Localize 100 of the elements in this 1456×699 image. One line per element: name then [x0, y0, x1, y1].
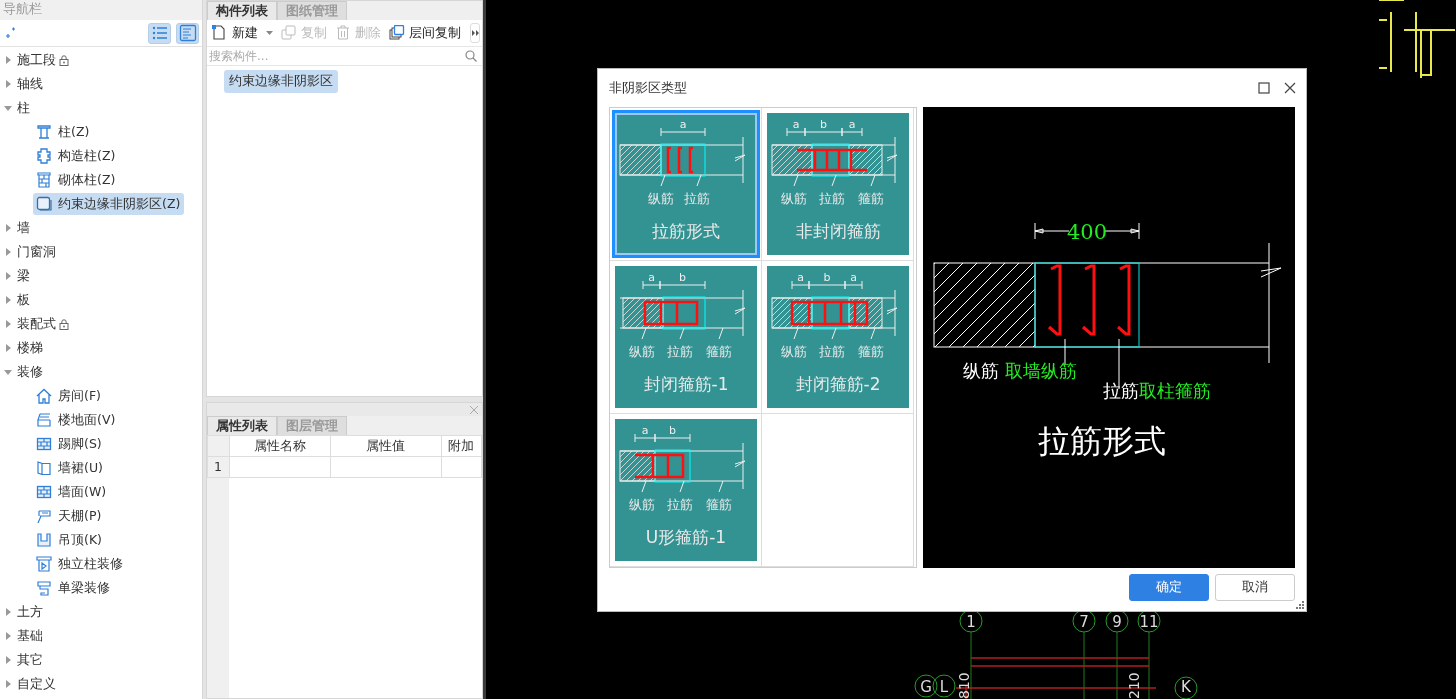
list-item[interactable]: 约束边缘非阴影区	[224, 70, 338, 93]
cancel-button[interactable]: 取消	[1215, 574, 1295, 601]
tree-item[interactable]: 房间(F)	[33, 385, 105, 407]
collapsed-arrow-icon[interactable]	[4, 296, 12, 304]
collapsed-arrow-icon[interactable]	[4, 608, 12, 616]
tree-item[interactable]: 其它	[17, 650, 43, 670]
tree-item[interactable]: 天棚(P)	[33, 505, 106, 527]
collapsed-arrow-icon[interactable]	[4, 632, 12, 640]
tree-item[interactable]: 轴线	[17, 74, 43, 94]
option-title: 封闭箍筋-2	[795, 374, 880, 394]
panel-tab[interactable]: 属性列表	[207, 416, 277, 435]
column-icon	[36, 556, 52, 572]
tree-item[interactable]: 梁	[17, 266, 30, 286]
rebar-label: 纵筋	[628, 344, 655, 359]
dimension-label: a	[679, 118, 686, 131]
close-icon[interactable]	[1284, 81, 1296, 94]
tree-item[interactable]: 柱	[17, 98, 30, 118]
axis-label: 1	[966, 613, 976, 631]
view-toggle[interactable]	[176, 22, 199, 44]
new-file-icon	[212, 25, 228, 41]
tree-item[interactable]: 墙面(W)	[33, 481, 111, 503]
tree-item[interactable]: 吊顶(K)	[33, 529, 106, 551]
collapsed-arrow-icon[interactable]	[4, 656, 12, 664]
more-button[interactable]	[470, 23, 480, 43]
panel-tab[interactable]: 构件列表	[207, 1, 277, 20]
collapsed-arrow-icon[interactable]	[4, 272, 12, 280]
search-field[interactable]: 搜索构件...	[209, 47, 465, 65]
callout-note: 取柱箍筋	[1139, 380, 1211, 401]
collapsed-arrow-icon[interactable]	[4, 56, 12, 64]
tree-item[interactable]: 装配式	[17, 314, 56, 334]
bracket-icon	[36, 532, 52, 548]
rebar-label: 纵筋	[628, 497, 655, 512]
tree-item[interactable]: 自定义	[17, 674, 56, 694]
brick-icon	[36, 484, 52, 500]
option-title: 非封闭箍筋	[795, 221, 880, 241]
tree-item[interactable]: 施工段	[17, 50, 56, 70]
brick-icon	[36, 436, 52, 452]
dimension-label: a	[796, 271, 804, 284]
slab-icon	[36, 412, 52, 428]
axis-label: 11	[1139, 613, 1159, 631]
dimension-label: a	[647, 271, 655, 284]
toolbar-button[interactable]: 新建	[209, 23, 276, 43]
puzzle-icon	[36, 148, 52, 164]
selected-tree-item[interactable]: 约束边缘非阴影区(Z)	[33, 193, 185, 215]
view-toggle[interactable]	[148, 22, 171, 44]
rebar-label: 拉筋	[683, 191, 710, 206]
dimension-label: a	[792, 118, 799, 131]
tree-item[interactable]: 装修	[17, 362, 43, 382]
list-view-icon	[150, 24, 169, 42]
toolbar-button[interactable]: 层间复制	[386, 23, 464, 43]
expanded-arrow-icon[interactable]	[4, 104, 12, 112]
trash-icon	[335, 25, 351, 41]
column-header: 属性值	[330, 435, 442, 457]
tree-item[interactable]: 楼梯	[17, 338, 43, 358]
collapsed-arrow-icon[interactable]	[4, 344, 12, 352]
axis-label: G	[920, 678, 932, 696]
sparkle-plus-icon[interactable]	[4, 27, 16, 39]
tree-item[interactable]: 墙裙(U)	[33, 457, 107, 479]
tree-item[interactable]: 踢脚(S)	[33, 433, 106, 455]
tree-item[interactable]: 独立柱装修	[33, 553, 127, 575]
resize-grip-icon[interactable]	[1296, 601, 1304, 609]
dimension-text: 810	[956, 672, 972, 699]
tree-item[interactable]: 柱(Z)	[33, 121, 94, 143]
tree-item[interactable]: 门窗洞	[17, 242, 56, 262]
option-title: 封闭箍筋-1	[643, 374, 728, 394]
collapsed-arrow-icon[interactable]	[4, 248, 12, 256]
tree-item-label: 单梁装修	[58, 578, 110, 597]
tree-item[interactable]: 砌体柱(Z)	[33, 169, 120, 191]
expanded-arrow-icon[interactable]	[4, 368, 12, 376]
search-icon	[465, 50, 477, 62]
ok-button[interactable]: 确定	[1129, 574, 1209, 601]
tree-item[interactable]: 构造柱(Z)	[33, 145, 120, 167]
rebar-label: 箍筋	[857, 344, 884, 359]
collapsed-arrow-icon[interactable]	[4, 320, 12, 328]
axis-label: 9	[1112, 613, 1122, 631]
tree-item[interactable]: 土方	[17, 602, 43, 622]
collapsed-arrow-icon[interactable]	[4, 224, 12, 232]
tree-item[interactable]: 墙	[17, 218, 30, 238]
callout-label: 纵筋	[963, 360, 999, 381]
rebar-label: 纵筋	[647, 191, 674, 206]
tree-item[interactable]: 基础	[17, 626, 43, 646]
tree-item[interactable]: 板	[17, 290, 30, 310]
row-number: 1	[207, 456, 230, 478]
tree-item-label: 柱(Z)	[58, 122, 90, 141]
rebar-label: 箍筋	[857, 191, 884, 206]
tree-item[interactable]: 单梁装修	[33, 577, 114, 599]
house-icon	[36, 388, 52, 404]
brick-column-icon	[36, 172, 52, 188]
panel-title: 导航栏	[0, 0, 202, 20]
rebar-label: 箍筋	[705, 344, 732, 359]
rebar-label: 拉筋	[818, 344, 845, 359]
preview-title: 拉筋形式	[1038, 422, 1166, 460]
maximize-icon[interactable]	[1258, 81, 1270, 94]
column-header: 附加	[441, 435, 482, 457]
dialog-title: 非阴影区类型	[609, 78, 687, 97]
tree-item[interactable]: 楼地面(V)	[33, 409, 120, 431]
collapsed-arrow-icon[interactable]	[4, 680, 12, 688]
option-title: U形箍筋-1	[645, 527, 726, 547]
tree-item-label: 墙面(W)	[58, 482, 107, 501]
collapsed-arrow-icon[interactable]	[4, 80, 12, 88]
